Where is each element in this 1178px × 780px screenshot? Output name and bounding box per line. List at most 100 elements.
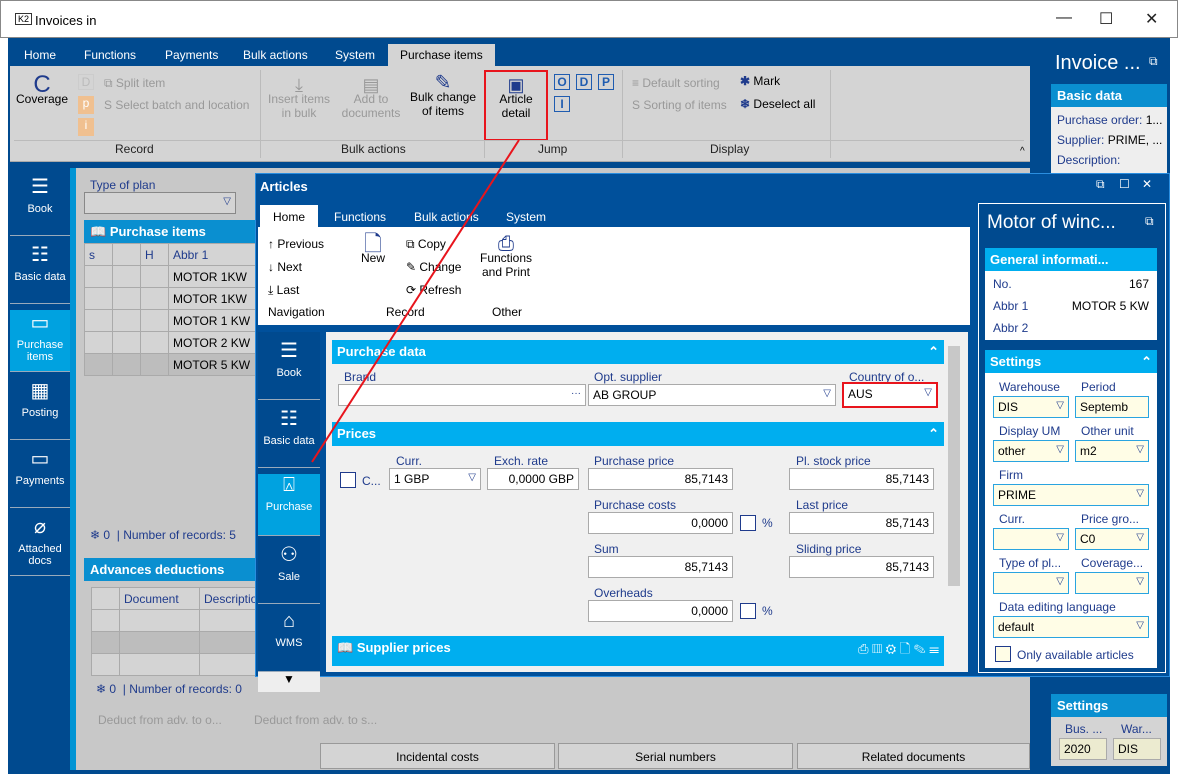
- table-row[interactable]: MOTOR 1KW: [84, 265, 259, 288]
- jump-i-button[interactable]: I: [554, 96, 570, 112]
- art-nav-sale[interactable]: ⚇ Sale: [258, 542, 320, 604]
- copy-button[interactable]: ⧉ Copy: [406, 237, 446, 252]
- pl-stock-price-input[interactable]: 85,7143: [789, 468, 934, 490]
- table-row[interactable]: MOTOR 2 KW: [84, 331, 259, 354]
- curr-select[interactable]: ▽: [993, 528, 1069, 550]
- table-row[interactable]: MOTOR 5 KW: [84, 353, 259, 376]
- exch-rate-input[interactable]: 0,0000 GBP: [487, 468, 579, 490]
- settings-header[interactable]: Settings ⌃: [985, 350, 1157, 373]
- deduct-advance-button-1[interactable]: Deduct from adv. to o...: [98, 713, 222, 727]
- purchase-price-input[interactable]: 85,7143: [588, 468, 733, 490]
- coverage-button[interactable]: C Coverage: [16, 73, 68, 107]
- c-checkbox[interactable]: [340, 472, 356, 488]
- art-nav-purchase[interactable]: ⍓ Purchase: [258, 474, 320, 536]
- basic-data-header[interactable]: Basic data: [1051, 84, 1167, 107]
- supplier-prices-header[interactable]: 📖 Supplier prices ⎙ ▥ ⚙ 🗋 ✎ ☰: [332, 636, 944, 666]
- type-of-plan-select[interactable]: ▽: [993, 572, 1069, 594]
- nav-attached-docs[interactable]: ⌀ Attached docs: [10, 514, 70, 576]
- article-detail-button[interactable]: ▣ Article detail: [484, 70, 548, 141]
- prices-header[interactable]: Prices ⌃: [332, 422, 944, 446]
- art-nav-basic-data[interactable]: ☷ Basic data: [258, 406, 320, 468]
- collapse-ribbon-icon[interactable]: ^: [1020, 146, 1025, 157]
- tab-payments[interactable]: Payments: [165, 48, 218, 62]
- nav-posting[interactable]: ▦ Posting: [10, 378, 70, 440]
- tab-functions[interactable]: Functions: [84, 48, 136, 62]
- purchase-costs-pct-checkbox[interactable]: [740, 515, 756, 531]
- warehouse-select[interactable]: DIS ▽: [993, 396, 1069, 418]
- currency-select[interactable]: 1 GBP ▽: [389, 468, 481, 490]
- serial-numbers-button[interactable]: Serial numbers: [558, 743, 793, 769]
- tab-system[interactable]: System: [335, 48, 375, 62]
- previous-button[interactable]: ↑ Previous: [268, 237, 324, 251]
- art-tab-system[interactable]: System: [506, 210, 546, 224]
- purchase-data-header[interactable]: Purchase data ⌃: [332, 340, 944, 364]
- overheads-pct-checkbox[interactable]: [740, 603, 756, 619]
- jump-p-button[interactable]: P: [598, 74, 614, 90]
- related-documents-button[interactable]: Related documents: [797, 743, 1030, 769]
- deduct-advance-button-2[interactable]: Deduct from adv. to s...: [254, 713, 377, 727]
- dock-icon[interactable]: ⧉: [1096, 177, 1105, 192]
- incidental-costs-button[interactable]: Incidental costs: [320, 743, 555, 769]
- maximize-icon[interactable]: ☐: [1119, 177, 1130, 191]
- popout-icon[interactable]: ⧉: [1145, 214, 1154, 229]
- nav-book[interactable]: ☰ Book: [10, 174, 70, 236]
- scroll-down-icon[interactable]: ▼: [258, 672, 320, 692]
- split-item-button[interactable]: ⧉ Split item: [104, 76, 165, 91]
- jump-d-button[interactable]: D: [576, 74, 592, 90]
- maximize-button[interactable]: ☐: [1099, 9, 1113, 29]
- other-unit-select[interactable]: m2 ▽: [1075, 440, 1149, 462]
- sorting-items-button[interactable]: S Sorting of items: [632, 98, 727, 112]
- purchase-costs-input[interactable]: 0,0000: [588, 512, 733, 534]
- bulk-change-button[interactable]: ✎ Bulk change of items: [408, 73, 478, 118]
- price-group-select[interactable]: C0 ▽: [1075, 528, 1149, 550]
- art-nav-book[interactable]: ☰ Book: [258, 338, 320, 400]
- art-tab-functions[interactable]: Functions: [334, 210, 386, 224]
- opt-supplier-select[interactable]: AB GROUP ▽: [588, 384, 836, 406]
- country-of-origin-select[interactable]: AUS ▽: [842, 382, 938, 408]
- language-select[interactable]: default ▽: [993, 616, 1149, 638]
- new-button[interactable]: 🗋 New: [353, 233, 393, 266]
- minimize-button[interactable]: —: [1056, 9, 1072, 27]
- tab-purchase-items[interactable]: Purchase items: [388, 44, 495, 66]
- change-button[interactable]: ✎ Change: [406, 260, 461, 274]
- tab-bulk-actions[interactable]: Bulk actions: [243, 48, 308, 62]
- only-available-checkbox[interactable]: [995, 646, 1011, 662]
- firm-select[interactable]: PRIME ▽: [993, 484, 1149, 506]
- bus-select[interactable]: 2020: [1059, 738, 1107, 760]
- vertical-scrollbar[interactable]: [948, 346, 960, 586]
- functions-print-button[interactable]: ⎙ Functions and Print: [476, 234, 536, 279]
- next-button[interactable]: ↓ Next: [268, 260, 302, 274]
- jump-o-button[interactable]: O: [554, 74, 570, 90]
- art-tab-bulk[interactable]: Bulk actions: [414, 210, 479, 224]
- overheads-input[interactable]: 0,0000: [588, 600, 733, 622]
- coverage-select[interactable]: ▽: [1075, 572, 1149, 594]
- close-icon[interactable]: ✕: [1142, 177, 1152, 191]
- nav-payments[interactable]: ▭ Payments: [10, 446, 70, 508]
- tab-home[interactable]: Home: [24, 48, 56, 62]
- general-info-header[interactable]: General informati...: [985, 248, 1157, 271]
- refresh-button[interactable]: ⟳ Refresh: [406, 283, 461, 297]
- brand-input[interactable]: ···: [338, 384, 586, 406]
- popout-icon[interactable]: ⧉: [1149, 54, 1158, 69]
- select-batch-button[interactable]: S Select batch and location: [104, 98, 249, 112]
- sum-input[interactable]: 85,7143: [588, 556, 733, 578]
- war-select[interactable]: DIS: [1113, 738, 1161, 760]
- sliding-price-input[interactable]: 85,7143: [789, 556, 934, 578]
- table-row[interactable]: MOTOR 1KW: [84, 287, 259, 310]
- last-price-input[interactable]: 85,7143: [789, 512, 934, 534]
- last-button[interactable]: ⤓ Last: [268, 283, 299, 298]
- art-nav-wms[interactable]: ⌂ WMS: [258, 610, 320, 672]
- table-row[interactable]: MOTOR 1 KW: [84, 309, 259, 332]
- close-button[interactable]: ✕: [1145, 9, 1158, 29]
- add-to-documents-button[interactable]: ▤ Add to documents: [338, 76, 404, 120]
- period-select[interactable]: Septemb: [1075, 396, 1149, 418]
- mark-button[interactable]: ✱ Mark: [740, 74, 780, 88]
- nav-basic-data[interactable]: ☷ Basic data: [10, 242, 70, 304]
- nav-purchase-items[interactable]: ▭ Purchase items: [10, 310, 70, 372]
- insert-items-bulk-button[interactable]: ⤓ Insert items in bulk: [266, 76, 332, 120]
- default-sorting-button[interactable]: ≡ Default sorting: [632, 76, 720, 90]
- display-um-select[interactable]: other ▽: [993, 440, 1069, 462]
- art-tab-home[interactable]: Home: [260, 205, 319, 229]
- deselect-all-button[interactable]: ❄ Deselect all: [740, 97, 815, 111]
- type-of-plan-select[interactable]: ▽: [84, 192, 236, 214]
